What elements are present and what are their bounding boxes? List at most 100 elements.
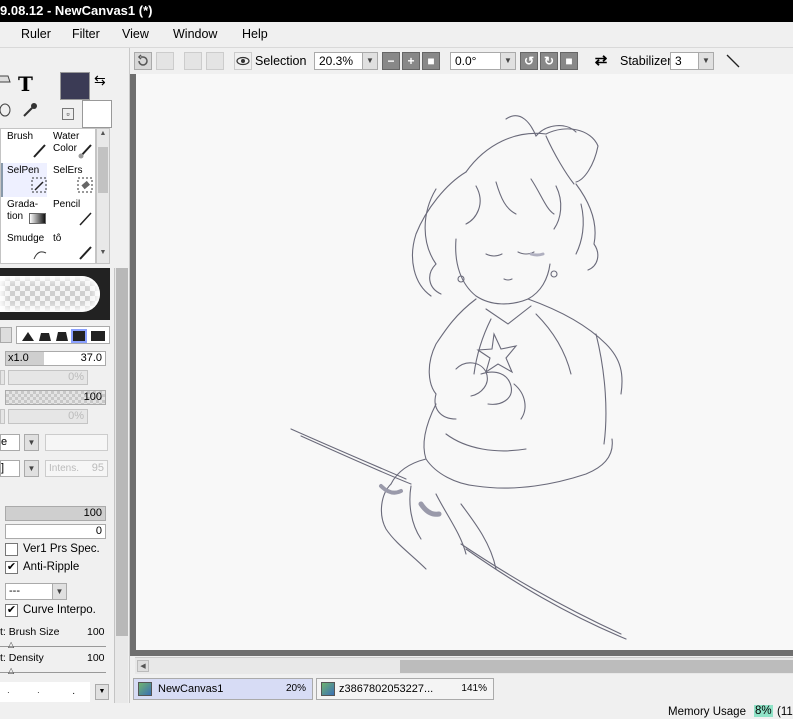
menu-filter[interactable]: Filter — [72, 27, 100, 41]
menu-help[interactable]: Help — [242, 27, 268, 41]
pressure-density-label: t: Density — [0, 652, 44, 664]
brush-size-value: 37.0 — [80, 352, 102, 364]
rotate-right-button[interactable]: ↻ — [540, 52, 558, 70]
brush-size-dots-scroll[interactable]: ▼ — [95, 684, 109, 700]
canvas-toolbar: Selection 20.3% ▼ − + ■ 0.0° ▼ ↺ ↻ ■ ⇄ S… — [130, 48, 793, 74]
menu-bar: Ruler Filter View Window Help — [0, 22, 793, 48]
document-tab-bar: NewCanvas1 20% z3867802053227... 141% — [130, 675, 793, 703]
rotation-dropdown[interactable]: ▼ — [500, 52, 516, 70]
straight-line-button[interactable] — [724, 52, 742, 70]
rotation-field[interactable]: 0.0° — [450, 52, 502, 70]
brush-size-dots[interactable]: · · · — [0, 682, 90, 702]
density-field[interactable]: 100 — [5, 390, 106, 405]
status-bar: Memory Usage 8% (11 — [0, 703, 793, 719]
tool-pencil[interactable]: Pencil — [49, 197, 95, 231]
memory-usage-value: 8% — [754, 705, 773, 717]
tab-newcanvas1[interactable]: NewCanvas1 20% — [133, 678, 313, 700]
main-color-swatch[interactable] — [60, 72, 90, 100]
curve-interpo-label: Curve Interpo. — [23, 604, 96, 616]
sub-color-swatch[interactable] — [82, 100, 112, 128]
blending-extra-field[interactable] — [45, 434, 108, 451]
min-density-field[interactable]: 0% — [8, 409, 88, 424]
zoom-out-button[interactable]: − — [382, 52, 400, 70]
window-title: 9.08.12 - NewCanvas1 (*) — [0, 3, 153, 18]
brush-icon — [33, 144, 46, 158]
tool-brush[interactable]: Brush — [3, 129, 49, 163]
undo-button[interactable] — [134, 52, 152, 70]
menu-window[interactable]: Window — [173, 27, 217, 41]
canvas-horizontal-scrollbar[interactable]: ◀ — [135, 657, 793, 674]
tool-watercolor[interactable]: Water Color — [49, 129, 95, 163]
curve-select[interactable]: --- — [5, 583, 53, 600]
tool-panel: T ⇆ ▫ Brush Water Color SelPen SelErs Gr… — [0, 48, 130, 719]
eyedropper-icon[interactable] — [20, 100, 40, 120]
tool-gradation[interactable]: Grada- tion — [3, 197, 49, 231]
smudge-icon — [33, 251, 47, 260]
pressure-size-label: t: Brush Size — [0, 626, 60, 638]
custom-brush-icon — [79, 246, 92, 260]
brush-tool-grid: Brush Water Color SelPen SelErs Grada- t… — [0, 128, 96, 264]
watercolor-icon — [78, 144, 92, 159]
tab-z3867802053227[interactable]: z3867802053227... 141% — [316, 678, 494, 700]
memory-usage-extra: (11 — [777, 706, 793, 718]
text-tool-icon[interactable]: T — [18, 72, 33, 96]
pencil-icon — [79, 212, 92, 226]
redo-button[interactable] — [156, 52, 174, 70]
scroll-left-arrow[interactable]: ◀ — [137, 660, 149, 672]
brush-size-field[interactable]: x1.0 37.0 — [5, 351, 106, 366]
stabilizer-field[interactable]: 3 — [670, 52, 700, 70]
tool-panel-scrollbar[interactable] — [114, 268, 128, 718]
intensity-field[interactable]: Intens. 95 — [45, 460, 108, 477]
menu-ruler[interactable]: Ruler — [21, 27, 51, 41]
lasso-tool-icon[interactable] — [0, 100, 14, 120]
sketch-drawing — [290, 115, 627, 640]
pressure-density-slider[interactable]: △ — [0, 665, 106, 675]
deselect-button[interactable] — [184, 52, 202, 70]
stabilizer-label: Stabilizer — [620, 54, 672, 68]
memory-usage-label: Memory Usage — [668, 706, 746, 718]
swap-colors-icon[interactable]: ⇆ — [94, 72, 106, 89]
ver1-label: Ver1 Prs Spec. — [23, 543, 100, 555]
tool-selers[interactable]: SelErs — [49, 163, 95, 197]
flip-horizontal-icon[interactable]: ⇄ — [592, 52, 610, 70]
window-title-bar: 9.08.12 - NewCanvas1 (*) — [0, 0, 793, 22]
pressure-size-slider[interactable]: △ — [0, 639, 106, 649]
zoom-reset-button[interactable]: ■ — [422, 52, 440, 70]
curve-interpo-checkbox[interactable]: ✔ — [5, 604, 18, 617]
tool-grid-scrollbar[interactable]: ▲ ▼ — [96, 128, 110, 264]
selers-icon — [77, 177, 93, 193]
zoom-dropdown[interactable]: ▼ — [362, 52, 378, 70]
anti-ripple-checkbox[interactable]: ✔ — [5, 561, 18, 574]
persistence-field[interactable]: 0 — [5, 524, 106, 539]
zoom-field[interactable]: 20.3% — [314, 52, 364, 70]
blend-field[interactable]: 100 — [5, 506, 106, 521]
brush-shape-dropdown[interactable] — [0, 327, 12, 343]
undo-icon — [137, 54, 148, 66]
canvas-thumb-icon — [138, 682, 152, 696]
selection-visibility-button[interactable] — [234, 52, 252, 70]
blending-dropdown[interactable]: ▼ — [24, 434, 39, 451]
transparent-color-icon[interactable]: ▫ — [62, 108, 74, 120]
min-size-field[interactable]: 0% — [8, 370, 88, 385]
menu-view[interactable]: View — [122, 27, 149, 41]
texture-dropdown[interactable]: ▼ — [24, 460, 39, 477]
curve-select-dropdown[interactable]: ▼ — [52, 583, 67, 600]
invert-selection-button[interactable] — [206, 52, 224, 70]
brush-tip-selector[interactable] — [16, 326, 110, 344]
texture-select[interactable]: ] — [0, 460, 20, 477]
blending-select[interactable]: e — [0, 434, 20, 451]
canvas-paper[interactable] — [136, 74, 793, 650]
zoom-in-button[interactable]: + — [402, 52, 420, 70]
scroll-thumb[interactable] — [400, 660, 793, 673]
rotate-left-button[interactable]: ↺ — [520, 52, 538, 70]
selection-label: Selection — [255, 54, 307, 68]
ver1-checkbox[interactable] — [5, 543, 18, 556]
tool-custom-brush[interactable]: tô — [49, 231, 95, 265]
tool-selpen[interactable]: SelPen — [1, 163, 47, 197]
rotate-reset-button[interactable]: ■ — [560, 52, 578, 70]
canvas-thumb-icon — [321, 682, 335, 696]
shape-tool-icon[interactable] — [0, 70, 12, 90]
stabilizer-dropdown[interactable]: ▼ — [698, 52, 714, 70]
anti-ripple-label: Anti-Ripple — [23, 561, 80, 573]
tool-smudge[interactable]: Smudge — [3, 231, 49, 265]
